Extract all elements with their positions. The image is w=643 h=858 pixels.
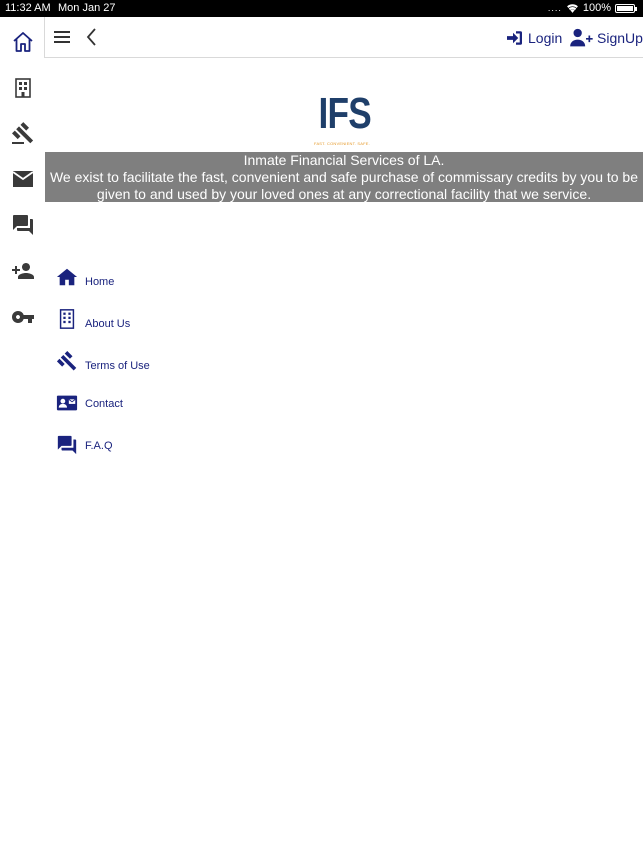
signup-button[interactable]: SignUp <box>569 27 643 49</box>
gavel-icon <box>56 351 77 371</box>
hamburger-menu-button[interactable] <box>53 29 71 45</box>
rail-about-button[interactable] <box>10 75 36 101</box>
sign-in-icon <box>507 31 522 45</box>
logo-tagline: FAST. CONVENIENT. SAFE. <box>314 141 370 146</box>
rail-home-button[interactable] <box>10 29 36 55</box>
mail-icon <box>12 171 34 187</box>
gavel-icon <box>12 122 34 144</box>
logo-text: IFS <box>318 89 372 138</box>
mission-banner: Inmate Financial Services of LA. We exis… <box>45 152 643 202</box>
status-bar: 11:32 AM Mon Jan 27 .... 100% <box>0 0 643 17</box>
menu-label-contact: Contact <box>85 398 123 410</box>
forum-icon <box>57 435 77 455</box>
rail-faq-button[interactable] <box>10 212 36 238</box>
status-time: 11:32 AM <box>5 2 51 14</box>
menu-item-terms[interactable]: Terms of Use <box>56 350 150 372</box>
top-toolbar: Login SignUp <box>44 17 643 58</box>
battery-percent: 100% <box>582 2 611 14</box>
menu-item-about[interactable]: About Us <box>56 308 130 330</box>
forum-icon <box>13 215 33 235</box>
hamburger-icon <box>54 31 70 43</box>
rail-login-button[interactable] <box>10 304 36 330</box>
contact-card-icon <box>56 395 78 411</box>
status-indicators: .... 100% <box>547 2 637 14</box>
menu-label-about: About Us <box>85 318 131 330</box>
person-add-icon <box>12 263 34 279</box>
menu-label-faq: F.A.Q <box>85 440 113 452</box>
menu-label-terms: Terms of Use <box>85 360 150 372</box>
building-icon <box>15 78 31 98</box>
status-date: Mon Jan 27 <box>58 2 116 14</box>
rail-terms-button[interactable] <box>10 120 36 146</box>
rail-signup-button[interactable] <box>10 258 36 284</box>
signup-label: SignUp <box>597 30 643 46</box>
banner-text-line-1: We exist to facilitate the fast, conveni… <box>49 169 639 185</box>
menu-item-home[interactable]: Home <box>56 266 114 288</box>
home-icon <box>56 268 78 286</box>
signal-icon: .... <box>547 3 562 13</box>
battery-icon <box>615 3 637 13</box>
banner-title: Inmate Financial Services of LA. <box>243 152 445 168</box>
menu-item-faq[interactable]: F.A.Q <box>56 434 113 456</box>
ifs-logo: IFS FAST. CONVENIENT. SAFE. <box>312 89 372 149</box>
chevron-left-icon <box>86 28 96 46</box>
rail-contact-button[interactable] <box>10 166 36 192</box>
back-button[interactable] <box>85 27 99 47</box>
login-label: Login <box>528 30 563 46</box>
user-plus-icon <box>570 28 593 47</box>
key-icon <box>12 311 34 323</box>
menu-item-contact[interactable]: Contact <box>56 392 123 414</box>
building-icon <box>59 309 75 329</box>
menu-label-home: Home <box>85 276 115 288</box>
side-rail <box>0 17 44 858</box>
home-outline-icon <box>13 32 33 52</box>
banner-text-line-2: given to and used by your loved ones at … <box>96 186 592 202</box>
wifi-icon <box>566 4 578 13</box>
login-button[interactable]: Login <box>505 27 562 49</box>
